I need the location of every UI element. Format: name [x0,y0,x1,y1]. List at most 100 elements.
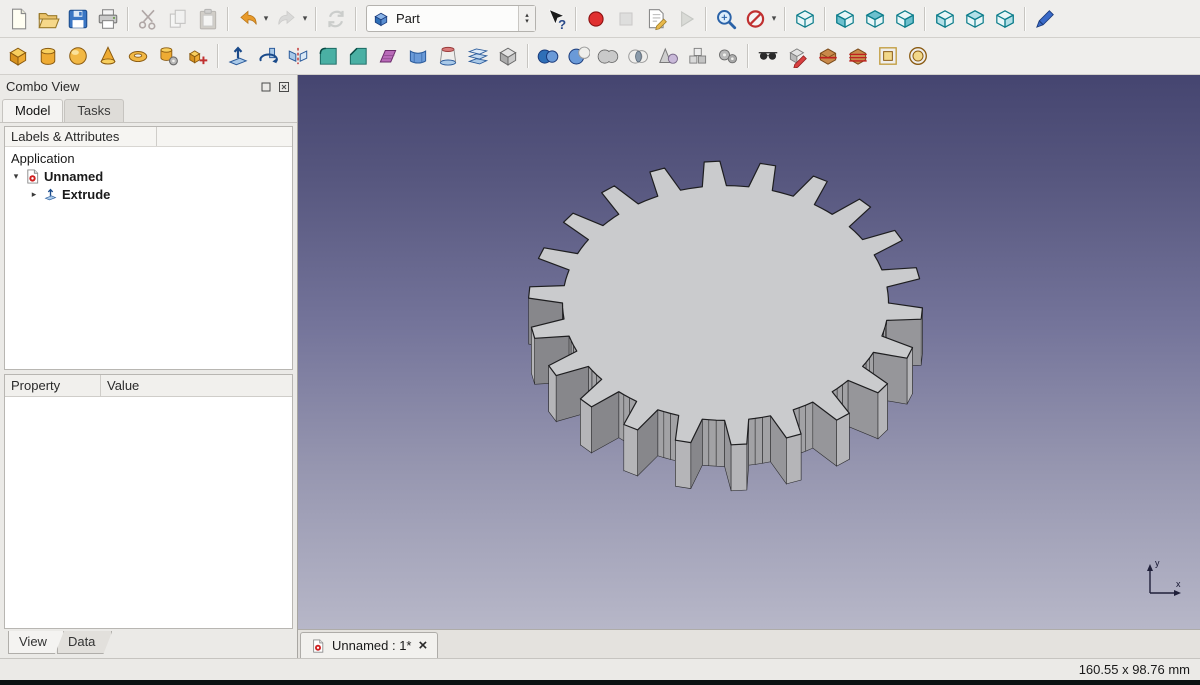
part-make-face-icon [376,44,400,68]
part-sphere[interactable] [63,41,93,71]
macro-stop[interactable] [611,4,641,34]
document-tab-bar: Unnamed : 1* × [298,629,1200,658]
view-top[interactable] [860,4,890,34]
part-section[interactable] [813,41,843,71]
std-refresh-icon [324,7,348,31]
view-bottom[interactable] [960,4,990,34]
workbench-selector-spinner[interactable]: ▴▾ [518,6,535,31]
part-revolve[interactable] [253,41,283,71]
part-boolean[interactable] [533,41,563,71]
view-front[interactable] [830,4,860,34]
toolbar-separator [227,7,229,31]
part-offset[interactable] [493,41,523,71]
panel-float-button[interactable] [258,79,273,94]
std-redo[interactable] [272,4,302,34]
std-open[interactable] [33,4,63,34]
std-refresh[interactable] [321,4,351,34]
model-tree-panel: Labels & Attributes Application ▾ Unname… [4,126,293,370]
part-common[interactable] [623,41,653,71]
view-bottom-icon [963,7,987,31]
status-bar: 160.55 x 98.76 mm [0,658,1200,680]
expander-open-icon[interactable]: ▾ [11,171,21,182]
toolbar-separator [315,7,317,31]
tree-item-document[interactable]: ▾ Unnamed [5,167,292,185]
std-whatsthis[interactable]: ? [541,4,571,34]
tab-close-icon[interactable]: × [419,638,428,653]
toolbar-separator [217,44,219,68]
std-copy[interactable] [163,4,193,34]
expander-closed-icon[interactable]: ▸ [29,189,39,200]
std-print[interactable] [93,4,123,34]
part-cone[interactable] [93,41,123,71]
part-union-icon [596,44,620,68]
part-cone-icon [96,44,120,68]
toolbar-separator [924,7,926,31]
part-cut[interactable] [563,41,593,71]
gear-model[interactable] [298,75,1200,629]
combo-view-title: Combo View [6,79,255,94]
part-primitives[interactable] [153,41,183,71]
3d-viewport[interactable]: x y [298,75,1200,629]
std-cut[interactable] [133,4,163,34]
part-box[interactable] [3,41,33,71]
tree-item-application[interactable]: Application [5,149,292,167]
macro-edit[interactable] [641,4,671,34]
property-body[interactable] [5,397,292,628]
measure-distance[interactable] [1030,4,1060,34]
std-new[interactable] [3,4,33,34]
tab-view[interactable]: View [8,631,64,654]
part-ruled-surface[interactable] [403,41,433,71]
part-chamfer[interactable] [343,41,373,71]
part-mirror[interactable] [283,41,313,71]
view-left[interactable] [990,4,1020,34]
document-tab[interactable]: Unnamed : 1* × [300,632,438,658]
workbench-selector-value: Part [396,11,512,26]
part-make-face[interactable] [373,41,403,71]
viewport-column: x y Unnamed : 1* × [298,75,1200,658]
std-paste[interactable] [193,4,223,34]
part-offset-2d[interactable] [873,41,903,71]
part-defeaturing-icon [786,44,810,68]
part-compound[interactable] [683,41,713,71]
tab-model[interactable]: Model [2,99,63,122]
tab-data[interactable]: Data [57,631,112,654]
part-loft[interactable] [433,41,463,71]
view-rear[interactable] [930,4,960,34]
view-draw-style-dropdown[interactable]: ▾ [768,13,780,24]
macro-record[interactable] [581,4,611,34]
part-loft-icon [436,44,460,68]
part-check-geometry[interactable] [753,41,783,71]
tab-tasks[interactable]: Tasks [64,99,123,122]
part-fillet[interactable] [313,41,343,71]
view-fit-all[interactable] [711,4,741,34]
std-undo-dropdown[interactable]: ▾ [260,13,272,24]
part-section-icon [816,44,840,68]
panel-close-button[interactable] [276,79,291,94]
view-draw-style[interactable] [741,4,771,34]
freecad-document-icon [311,639,325,653]
part-cross-sections[interactable] [843,41,873,71]
part-defeaturing[interactable] [783,41,813,71]
std-undo[interactable] [233,4,263,34]
part-fillet-icon [316,44,340,68]
tree-item-extrude[interactable]: ▸ Extrude [5,185,292,203]
part-offset-2d-icon [876,44,900,68]
part-union[interactable] [593,41,623,71]
combo-view-tabs: Model Tasks [0,98,297,123]
part-torus[interactable] [123,41,153,71]
part-sweep[interactable] [463,41,493,71]
part-thickness-icon [906,44,930,68]
workbench-selector[interactable]: Part ▴▾ [366,5,536,32]
view-axonometric[interactable] [790,4,820,34]
view-right[interactable] [890,4,920,34]
part-extrude[interactable] [223,41,253,71]
part-join-connect[interactable] [653,41,683,71]
macro-debug[interactable] [671,4,701,34]
window-bottom-edge [0,680,1200,685]
std-save[interactable] [63,4,93,34]
part-shape-builder[interactable] [183,41,213,71]
part-thickness[interactable] [903,41,933,71]
part-split[interactable] [713,41,743,71]
dimensions-readout: 160.55 x 98.76 mm [1079,662,1190,677]
part-cylinder[interactable] [33,41,63,71]
